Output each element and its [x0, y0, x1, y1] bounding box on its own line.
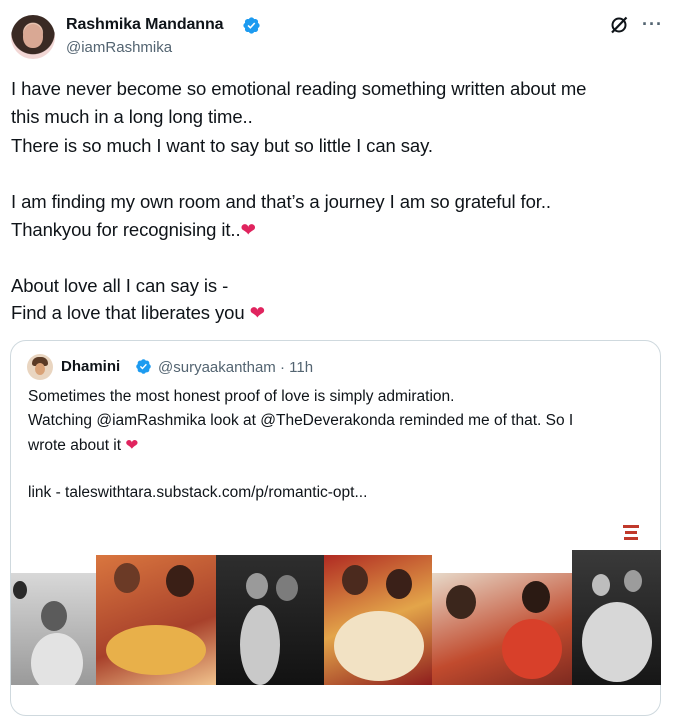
heart-icon: ❤ — [249, 302, 266, 323]
verified-badge-icon — [243, 17, 260, 34]
tweet: Rashmika Mandanna @iamRashmika ··· I hav… — [0, 0, 675, 727]
author-name[interactable]: Rashmika Mandanna — [66, 16, 224, 34]
grok-icon[interactable] — [609, 15, 629, 35]
quoted-line-2: Watching @iamRashmika look at @TheDevera… — [28, 412, 574, 429]
quoted-meta: @suryaakantham · 11h — [158, 359, 313, 376]
meta-separator: · — [279, 359, 285, 376]
tweet-line-1: I have never become so emotional reading… — [11, 78, 587, 99]
quoted-author-name[interactable]: Dhamini — [61, 358, 120, 375]
media-collage-image[interactable] — [11, 550, 661, 685]
tweet-line-5-wrap: Thankyou for recognising it..❤ — [11, 219, 256, 241]
quoted-line-3-wrap: wrote about it ❤ — [28, 436, 138, 455]
tweet-line-2: this much in a long long time.. — [11, 106, 253, 127]
collage-photo-2 — [96, 555, 216, 685]
quoted-line-3: wrote about it — [28, 437, 122, 454]
quoted-author-avatar[interactable] — [27, 354, 53, 380]
tales-with-tara-logo — [623, 523, 639, 545]
verified-badge-icon — [136, 359, 151, 374]
quoted-author-handle[interactable]: @suryaakantham — [158, 359, 276, 376]
quoted-link[interactable]: link - taleswithtara.substack.com/p/roma… — [28, 484, 367, 502]
collage-photo-3 — [216, 555, 324, 685]
tweet-line-3: There is so much I want to say but so li… — [11, 135, 433, 156]
collage-photo-1 — [11, 573, 97, 685]
heart-icon: ❤ — [125, 437, 139, 454]
quoted-line-1: Sometimes the most honest proof of love … — [28, 388, 455, 405]
more-icon[interactable]: ··· — [642, 14, 663, 35]
tweet-line-5: Thankyou for recognising it.. — [11, 219, 241, 240]
collage-photo-4 — [324, 555, 432, 685]
collage-photo-6 — [572, 550, 661, 685]
heart-icon: ❤ — [240, 219, 257, 240]
author-avatar[interactable] — [11, 15, 55, 59]
quoted-timestamp[interactable]: 11h — [289, 359, 313, 376]
tweet-line-4: I am finding my own room and that’s a jo… — [11, 191, 551, 212]
tweet-line-7: Find a love that liberates you — [11, 302, 245, 323]
collage-photo-5 — [432, 573, 572, 685]
author-handle[interactable]: @iamRashmika — [66, 39, 172, 56]
tweet-line-7-wrap: Find a love that liberates you ❤ — [11, 302, 265, 324]
tweet-line-6: About love all I can say is - — [11, 275, 229, 296]
